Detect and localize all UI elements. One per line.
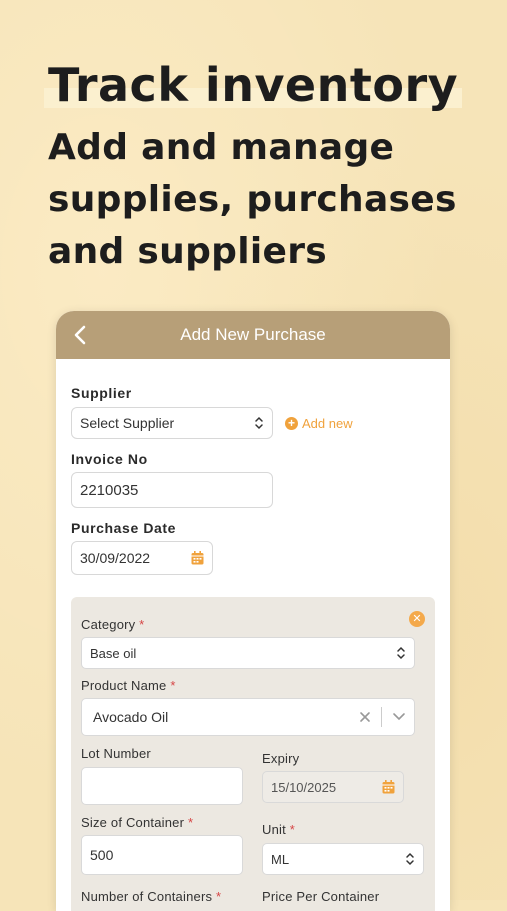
- num-containers-label: Number of Containers *: [81, 889, 243, 904]
- required-marker: *: [187, 815, 194, 830]
- invoice-label: Invoice No: [71, 451, 148, 467]
- category-label: Category *: [81, 617, 424, 632]
- page-title: Add New Purchase: [180, 325, 326, 344]
- phone-screen: Add New Purchase Supplier Select Supplie…: [56, 311, 450, 911]
- supplier-select-value: Select Supplier: [80, 415, 175, 431]
- required-marker: *: [289, 822, 295, 837]
- invoice-value: 2210035: [80, 481, 139, 499]
- num-containers-label-text: Number of Containers: [81, 889, 213, 904]
- chevron-updown-icon: [406, 852, 414, 866]
- category-value: Base oil: [90, 645, 137, 661]
- product-label: Product Name *: [81, 678, 424, 693]
- invoice-input[interactable]: 2210035: [71, 472, 273, 508]
- expiry-label: Expiry: [262, 751, 300, 766]
- promo-title: Track inventory: [48, 58, 459, 112]
- size-unit-row: Size of Container * 500 Unit * ML: [81, 815, 424, 875]
- purchase-form: Supplier Select Supplier + Add new Invoi…: [56, 385, 450, 911]
- title-wrap: Track inventory: [44, 56, 463, 114]
- chevron-down-icon[interactable]: [392, 712, 406, 722]
- lot-group: Lot Number: [81, 746, 243, 805]
- subtitle-line: supplies, purchases: [48, 179, 457, 220]
- purchase-date-label: Purchase Date: [71, 520, 177, 536]
- size-label-text: Size of Container: [81, 815, 185, 830]
- supplier-label: Supplier: [71, 385, 132, 401]
- containers-price-row: Number of Containers * Price Per Contain…: [81, 889, 424, 904]
- size-group: Size of Container * 500: [81, 815, 243, 875]
- purchase-date-value: 30/09/2022: [80, 550, 151, 566]
- size-input[interactable]: 500: [81, 835, 243, 875]
- plus-circle-icon: +: [285, 416, 298, 430]
- supplier-select[interactable]: Select Supplier: [71, 407, 273, 439]
- expiry-group: Expiry 15/10/2025: [262, 746, 424, 805]
- price-label: Price Per Container: [262, 889, 380, 904]
- clear-icon[interactable]: [359, 711, 371, 723]
- chevron-updown-icon: [255, 416, 263, 430]
- remove-item-icon[interactable]: ✕: [409, 611, 425, 627]
- nav-bar: Add New Purchase: [56, 311, 450, 359]
- required-marker: *: [215, 889, 222, 904]
- promo-headline: Track inventory Add and manage supplies,…: [44, 56, 488, 278]
- lot-label: Lot Number: [81, 746, 151, 761]
- unit-label: Unit *: [262, 822, 424, 837]
- required-marker: *: [170, 678, 176, 693]
- expiry-value: 15/10/2025: [271, 779, 337, 795]
- chevron-updown-icon: [397, 646, 405, 660]
- product-select[interactable]: Avocado Oil: [81, 698, 415, 736]
- lot-number-input[interactable]: [81, 767, 243, 805]
- subtitle-line: and suppliers: [48, 231, 327, 272]
- subtitle-line: Add and manage: [48, 127, 395, 168]
- expiry-date-input[interactable]: 15/10/2025: [262, 771, 404, 803]
- add-new-label: Add new: [302, 415, 353, 431]
- category-label-text: Category: [81, 617, 136, 632]
- product-value: Avocado Oil: [93, 709, 169, 725]
- required-marker: *: [139, 617, 145, 632]
- lot-expiry-row: Lot Number Expiry 15/10/2025: [81, 746, 424, 805]
- purchase-item-card: ✕ Category * Base oil Product Name * Avo…: [71, 597, 435, 911]
- calendar-icon[interactable]: [382, 780, 395, 794]
- size-value: 500: [90, 847, 114, 863]
- supplier-row: Select Supplier + Add new: [71, 407, 435, 439]
- add-supplier-button[interactable]: + Add new: [285, 416, 353, 431]
- purchase-date-input[interactable]: 30/09/2022: [71, 541, 213, 575]
- unit-label-text: Unit: [262, 822, 286, 837]
- unit-group: Unit * ML: [262, 815, 424, 875]
- size-label: Size of Container *: [81, 815, 243, 830]
- select-divider: [381, 707, 382, 727]
- product-label-text: Product Name: [81, 678, 167, 693]
- category-select[interactable]: Base oil: [81, 637, 415, 669]
- product-select-controls: [359, 707, 406, 727]
- unit-value: ML: [271, 851, 290, 867]
- unit-select[interactable]: ML: [262, 843, 424, 875]
- chevron-left-icon[interactable]: [70, 324, 92, 346]
- calendar-icon[interactable]: [191, 551, 204, 565]
- promo-subtitle: Add and manage supplies, purchases and s…: [48, 122, 488, 278]
